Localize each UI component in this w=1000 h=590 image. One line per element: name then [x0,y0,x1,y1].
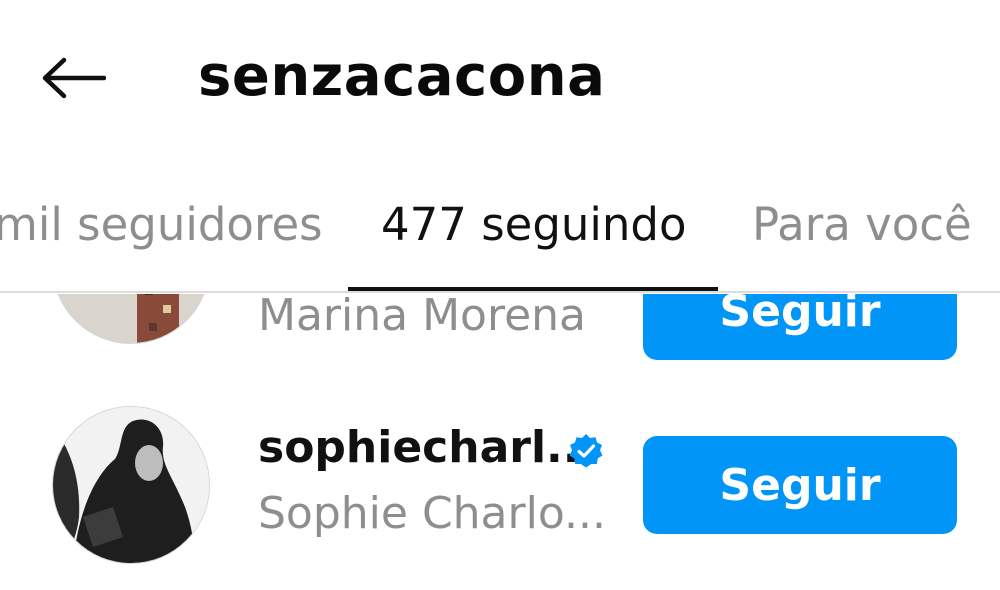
tab-bar: mil seguidores 477 seguindo Para você [0,190,1000,294]
user-full-name: Marina Morena [258,294,587,341]
back-button[interactable] [38,52,108,108]
verified-badge-icon [568,433,604,469]
follow-button[interactable]: Seguir [643,436,957,534]
arrow-left-icon [40,56,107,104]
user-full-name: Sophie Charlo... [258,488,606,539]
tab-following[interactable]: 477 seguindo [381,198,687,251]
list-item[interactable]: Marina Morena Seguir [0,294,1000,360]
avatar[interactable] [52,294,210,344]
avatar[interactable] [52,406,210,564]
tab-divider [0,291,1000,293]
user-username: sophiecharl... [258,422,597,473]
tab-for-you[interactable]: Para você [752,198,972,251]
follow-button[interactable]: Seguir [643,294,957,360]
tab-followers[interactable]: mil seguidores [0,198,323,251]
following-list: Marina Morena Seguir sophiecharl... Soph… [0,294,1000,590]
following-screen: senzacacona mil seguidores 477 seguindo … [0,0,1000,590]
page-title: senzacacona [198,44,606,109]
list-item[interactable]: sophiecharl... Sophie Charlo... Seguir [0,406,1000,576]
